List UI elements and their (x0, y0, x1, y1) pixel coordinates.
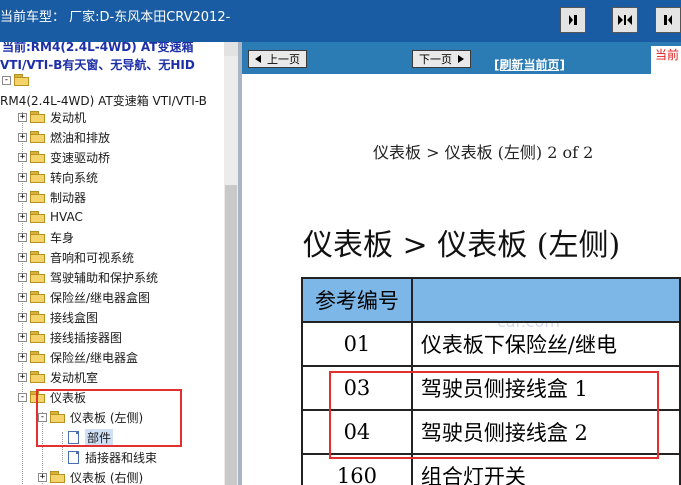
document-icon (68, 450, 79, 464)
collapse-icon[interactable]: - (18, 392, 27, 402)
page-title: 仪表板 > 仪表板 (左侧) (303, 228, 621, 263)
tree-header-line1: 当前:RM4(2.4L-4WD) AT变速箱 (2, 42, 194, 54)
ref-number-cell: 01 (301, 321, 413, 367)
expand-icon[interactable]: + (18, 232, 27, 242)
top-header-bar: 当前车型： 厂家:D-东风本田CRV2012- (0, 0, 681, 42)
folder-icon (30, 371, 46, 383)
tree-item-label: 燃油和排放 (50, 130, 111, 145)
nav-first-icon[interactable] (560, 7, 586, 33)
tree-item-label: 变速驱动桥 (50, 150, 111, 165)
folder-icon (30, 291, 46, 303)
tree-item-label: 仪表板 (右侧) (70, 470, 144, 485)
tree-item-label: 转向系统 (50, 170, 99, 185)
tree-scrollbar-thumb[interactable] (225, 185, 237, 485)
tree-item[interactable]: + 发动机 (18, 107, 86, 127)
prev-page-button[interactable]: 上一页 (248, 50, 307, 68)
tree-item-label: 接线盒图 (50, 310, 99, 325)
expand-icon[interactable]: + (18, 192, 27, 202)
tree-item-dashboard-right[interactable]: + 仪表板 (右侧) (38, 467, 143, 485)
table-row: 01 仪表板下保险丝/继电 (301, 321, 681, 367)
ref-desc-cell: 仪表板下保险丝/继电 (410, 321, 681, 367)
folder-icon (30, 191, 46, 203)
prev-page-label: 上一页 (267, 53, 300, 66)
folder-icon (30, 151, 46, 163)
tree-item[interactable]: + 车身 (18, 227, 74, 247)
tree-item-label: 保险丝/继电器盒 (50, 350, 139, 365)
folder-open-icon (14, 74, 30, 86)
tree-item[interactable]: + 驾驶辅助和保护系统 (18, 267, 158, 287)
tree-item-label: 车身 (50, 230, 75, 245)
tree-item[interactable]: + 接线插接器图 (18, 327, 122, 347)
tree-item-label: 驾驶辅助和保护系统 (50, 270, 159, 285)
table-header-cell: 参考编号 (301, 277, 413, 323)
tree-item[interactable]: + 保险丝/继电器盒 (18, 347, 138, 367)
folder-icon (30, 271, 46, 283)
current-vehicle-label: 当前车型： 厂家:D-东风本田CRV2012- (0, 10, 231, 25)
tree-subitem-connectors[interactable]: 插接器和线束 (68, 447, 157, 467)
folder-icon (30, 311, 46, 323)
tree-item[interactable]: + 保险丝/继电器盒图 (18, 287, 150, 307)
tree-item-label: 发动机 (50, 110, 87, 125)
expand-icon[interactable]: + (18, 112, 27, 122)
folder-icon (50, 471, 66, 483)
collapse-icon[interactable]: - (2, 75, 11, 85)
nav-split-icon[interactable] (612, 7, 638, 33)
highlight-box (329, 371, 659, 459)
folder-icon (30, 251, 46, 263)
tree-item[interactable]: + 转向系统 (18, 167, 98, 187)
expand-icon[interactable]: + (18, 332, 27, 342)
content-panel: 上一页 下一页 [刷新当前页] 当前 畅易 car.com 仪表板 > 仪表板 … (242, 42, 681, 485)
tree-item-label: 制动器 (50, 190, 87, 205)
tree-item[interactable]: + 接线盒图 (18, 307, 98, 327)
folder-icon (30, 211, 46, 223)
expand-icon[interactable]: + (18, 312, 27, 322)
highlight-box (36, 389, 182, 447)
tree-item-label: 接线插接器图 (50, 330, 123, 345)
folder-icon (30, 111, 46, 123)
tree-root-toggle[interactable]: - (2, 70, 34, 90)
tree-item[interactable]: + 音响和可视系统 (18, 247, 134, 267)
refresh-link[interactable]: [刷新当前页] (494, 56, 565, 73)
breadcrumb: 仪表板 > 仪表板 (左侧) 2 of 2 (373, 143, 594, 162)
expand-icon[interactable]: + (18, 372, 27, 382)
tree-item[interactable]: + 发动机室 (18, 367, 98, 387)
arrow-right-icon (458, 55, 464, 63)
current-page-label: 当前 (651, 46, 681, 74)
tree-item-label: 音响和可视系统 (50, 250, 135, 265)
content-nav-bar: 上一页 下一页 [刷新当前页] 当前 (242, 42, 681, 74)
expand-icon[interactable]: + (18, 252, 27, 262)
folder-icon (30, 331, 46, 343)
tree-item[interactable]: + HVAC (18, 207, 83, 227)
nav-last-icon[interactable] (655, 7, 681, 33)
tree-subitem-label: 插接器和线束 (85, 450, 158, 465)
tree-item-label: HVAC (50, 210, 83, 224)
tree-panel: 当前:RM4(2.4L-4WD) AT变速箱 VTI/VTI-B有天窗、无导航、… (0, 42, 238, 485)
expand-icon[interactable]: + (18, 292, 27, 302)
folder-icon (30, 231, 46, 243)
table-header-cell (410, 277, 681, 323)
tree-item[interactable]: + 燃油和排放 (18, 127, 110, 147)
tree-item[interactable]: + 变速驱动桥 (18, 147, 110, 167)
expand-icon[interactable]: + (18, 172, 27, 182)
folder-icon (30, 171, 46, 183)
tree-item-label: 发动机室 (50, 370, 99, 385)
expand-icon[interactable]: + (18, 212, 27, 222)
expand-icon[interactable]: + (18, 132, 27, 142)
expand-icon[interactable]: + (18, 352, 27, 362)
tree-item[interactable]: + 制动器 (18, 187, 86, 207)
next-page-label: 下一页 (419, 53, 452, 66)
expand-icon[interactable]: + (18, 152, 27, 162)
folder-icon (30, 351, 46, 363)
expand-icon[interactable]: + (38, 472, 47, 482)
next-page-button[interactable]: 下一页 (412, 50, 471, 68)
table-header-row: 参考编号 (301, 277, 681, 323)
scroll-up-arrow-icon[interactable] (224, 42, 238, 56)
tree-item-label: 保险丝/继电器盒图 (50, 290, 151, 305)
arrow-left-icon (255, 55, 261, 63)
expand-icon[interactable]: + (18, 272, 27, 282)
folder-icon (30, 131, 46, 143)
